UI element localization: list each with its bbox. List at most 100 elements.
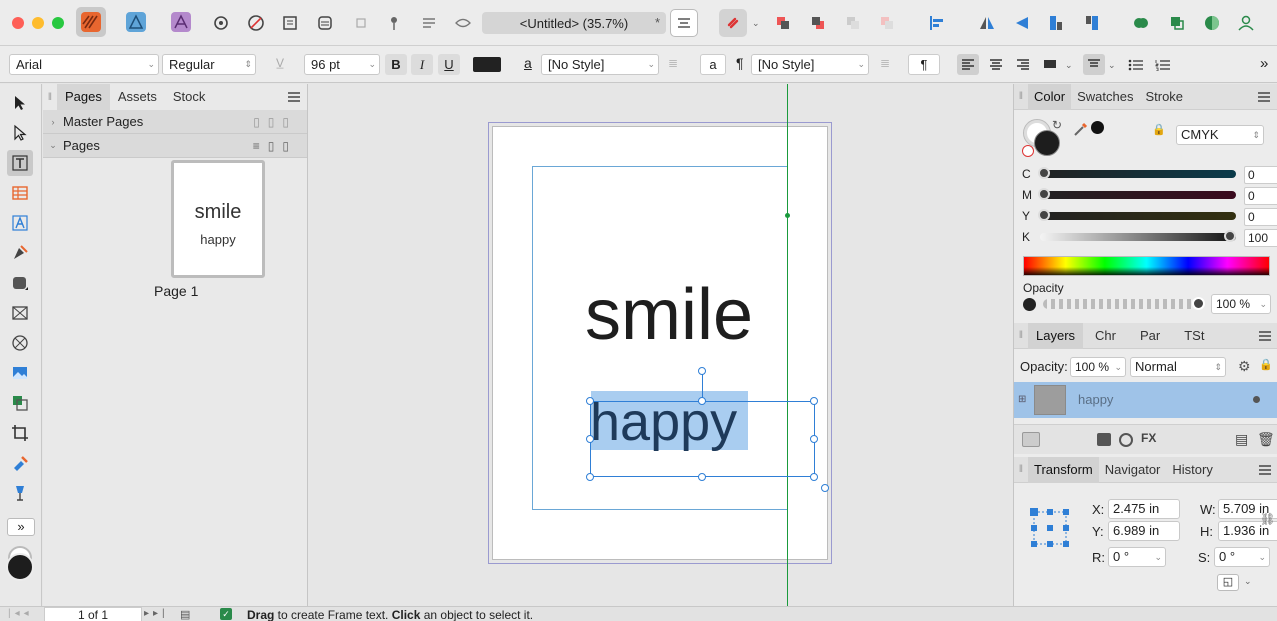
transparency-tool-icon[interactable] <box>7 480 33 506</box>
anchor-point-selector[interactable] <box>1030 508 1070 548</box>
m-knob[interactable] <box>1038 188 1050 200</box>
bold-button[interactable]: B <box>385 54 407 75</box>
arrange-back-icon[interactable] <box>804 9 832 37</box>
resource-manager-icon[interactable] <box>7 390 33 416</box>
y-field[interactable]: 6.989 in <box>1108 521 1180 541</box>
no-color-icon[interactable] <box>1022 145 1034 157</box>
panel-menu-icon[interactable] <box>287 91 301 103</box>
canvas-smile-text[interactable]: smile <box>585 274 753 356</box>
clear-char-style-icon[interactable]: ≣ <box>668 56 678 70</box>
slider-c[interactable]: C 0 <box>1022 166 1277 184</box>
layer-expand-icon[interactable]: ⊞ <box>1018 394 1026 405</box>
document-icon[interactable]: ▤ <box>180 608 190 621</box>
blend-mode-dropdown[interactable]: Normal ⇕ <box>1130 357 1226 377</box>
next-last-page-icons[interactable]: ▸▸| <box>144 608 169 619</box>
document-title-tab[interactable]: <Untitled> (35.7%) * <box>482 12 666 34</box>
page-thumbnail[interactable]: smile happy <box>171 160 265 278</box>
document-setup-icon[interactable] <box>207 9 235 37</box>
snapping-options-chevron-icon[interactable]: ⌄ <box>752 18 760 29</box>
tab-stroke[interactable]: Stroke <box>1139 84 1189 110</box>
m-value-field[interactable]: 0 <box>1244 187 1277 205</box>
k-knob[interactable] <box>1224 230 1236 242</box>
color-picker-icon[interactable] <box>1072 120 1088 136</box>
designer-persona-icon[interactable] <box>121 7 151 37</box>
canvas-area[interactable]: smile happy <box>309 84 1013 606</box>
shear-field[interactable]: 0 ° ⌄ <box>1214 547 1270 567</box>
link-proportions-icon[interactable]: ⛓ <box>1260 512 1275 526</box>
crop-tool-icon[interactable] <box>7 420 33 446</box>
fill-color-well[interactable] <box>6 553 34 581</box>
numbered-list-icon[interactable] <box>1152 54 1174 75</box>
boolean-subtract-icon[interactable] <box>1163 9 1191 37</box>
resize-handle-bottom-right[interactable] <box>810 473 818 481</box>
place-image-tool-icon[interactable] <box>7 360 33 386</box>
publisher-persona-icon[interactable] <box>76 7 106 37</box>
font-size-field[interactable]: 96 pt ⌄ <box>304 54 380 75</box>
c-value-field[interactable]: 0 <box>1244 166 1277 184</box>
color-model-dropdown[interactable]: CMYK ⇕ <box>1176 125 1264 145</box>
page-actions-icon[interactable]: ≡▯▯ <box>253 139 297 153</box>
preflight-ok-icon[interactable]: ✓ <box>220 608 232 620</box>
slider-m[interactable]: M 0 <box>1022 187 1277 205</box>
arrange-forward-icon[interactable] <box>769 9 797 37</box>
vertical-align-icon[interactable] <box>1083 54 1105 75</box>
align-icon[interactable] <box>923 9 951 37</box>
layer-group-icon[interactable] <box>1022 432 1040 447</box>
font-family-dropdown[interactable]: Arial ⌄ <box>9 54 159 75</box>
user-account-icon[interactable] <box>1232 9 1260 37</box>
align-center-icon[interactable] <box>985 54 1007 75</box>
close-window-button[interactable] <box>12 17 24 29</box>
preflight-icon[interactable] <box>242 9 270 37</box>
paragraph-case-button[interactable]: a <box>700 54 726 75</box>
panel-grip-icon[interactable]: ‖ <box>1014 457 1028 483</box>
y-knob[interactable] <box>1038 209 1050 221</box>
rotate-left-icon[interactable] <box>1042 9 1070 37</box>
chevron-right-icon[interactable]: › <box>43 117 63 127</box>
text-color-swatch[interactable] <box>473 57 501 72</box>
color-spectrum[interactable] <box>1023 256 1270 276</box>
pin-icon[interactable] <box>380 9 408 37</box>
justify-options-chevron-icon[interactable]: ⌄ <box>1065 60 1073 71</box>
ellipse-frame-tool-icon[interactable] <box>7 330 33 356</box>
c-knob[interactable] <box>1038 167 1050 179</box>
resize-handle-bottom-left[interactable] <box>586 473 594 481</box>
c-track[interactable] <box>1040 170 1236 178</box>
fill-color-circle[interactable] <box>1034 130 1060 156</box>
layer-settings-gear-icon[interactable]: ⚙ <box>1238 358 1251 375</box>
font-style-dropdown[interactable]: Regular ⇕ <box>162 54 256 75</box>
rotate-right-icon[interactable] <box>1078 9 1106 37</box>
underline-button[interactable]: U <box>438 54 460 75</box>
delete-layer-icon[interactable]: 🗑 <box>1257 431 1275 448</box>
vertical-guide[interactable] <box>787 84 788 606</box>
table-tool-icon[interactable] <box>7 180 33 206</box>
node-tool-icon[interactable] <box>7 120 33 146</box>
panel-grip-icon[interactable]: ‖ <box>1014 323 1028 349</box>
tab-history[interactable]: History <box>1166 457 1218 483</box>
panel-grip-icon[interactable]: ‖ <box>1014 84 1028 110</box>
rotation-field[interactable]: 0 ° ⌄ <box>1108 547 1166 567</box>
tab-color[interactable]: Color <box>1028 83 1072 110</box>
k-value-field[interactable]: 100 <box>1244 229 1277 247</box>
panel-menu-icon[interactable] <box>1258 330 1272 342</box>
tab-pages[interactable]: Pages <box>57 84 110 110</box>
y-track[interactable] <box>1040 212 1236 220</box>
resize-handle-right[interactable] <box>810 435 818 443</box>
tab-navigator[interactable]: Navigator <box>1099 457 1167 483</box>
master-page-actions-icon[interactable]: ▯▯▯ <box>253 115 297 129</box>
character-style-dropdown[interactable]: [No Style] ⌄ <box>541 54 659 75</box>
text-overflow-handle[interactable] <box>821 484 829 492</box>
italic-button[interactable]: I <box>411 54 433 75</box>
tab-assets[interactable]: Assets <box>110 84 165 110</box>
panel-grip-icon[interactable]: ‖ <box>43 84 57 110</box>
layer-lock-icon[interactable]: 🔒 <box>1259 358 1273 371</box>
move-tool-icon[interactable] <box>7 90 33 116</box>
bullets-icon[interactable] <box>1125 54 1147 75</box>
justify-icon[interactable] <box>1039 54 1061 75</box>
mask-layer-icon[interactable] <box>1097 433 1111 446</box>
chevron-down-icon[interactable]: ⌄ <box>43 140 63 151</box>
transform-origin-chevron-icon[interactable]: ⌄ <box>1244 576 1252 587</box>
k-track[interactable] <box>1040 233 1236 241</box>
lock-icon[interactable]: 🔒 <box>1152 123 1166 136</box>
slider-k[interactable]: K 100 <box>1022 229 1277 247</box>
vertical-align-chevron-icon[interactable]: ⌄ <box>1108 60 1116 71</box>
